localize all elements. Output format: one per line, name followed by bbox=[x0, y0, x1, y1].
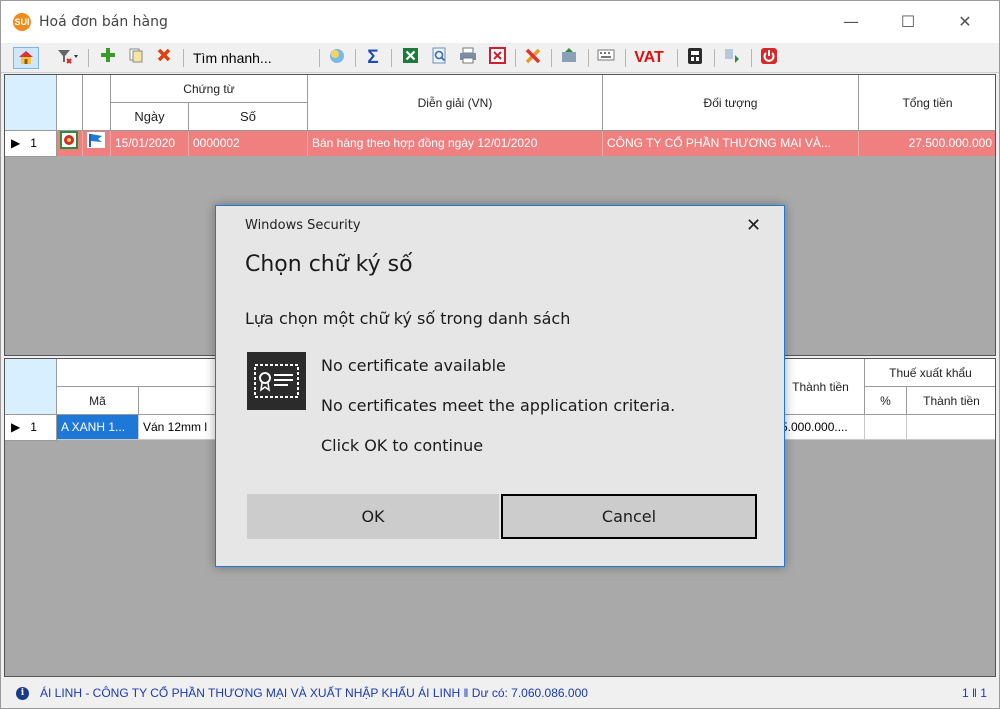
add-icon[interactable] bbox=[97, 47, 119, 69]
cancel-button[interactable]: Cancel bbox=[501, 494, 757, 539]
copy-icon[interactable] bbox=[125, 47, 147, 69]
voucher-status-icon bbox=[60, 131, 78, 156]
cell-so[interactable]: 0000002 bbox=[189, 131, 308, 156]
header-tong-tien[interactable]: Tổng tiền bbox=[859, 75, 995, 131]
filter-icon[interactable] bbox=[53, 47, 83, 69]
cell-doi-tuong[interactable]: CÔNG TY CỔ PHẦN THƯƠNG MẠI VÀ... bbox=[603, 131, 859, 156]
header-so[interactable]: Số bbox=[189, 103, 308, 131]
header-phan-tram[interactable]: % bbox=[865, 387, 907, 415]
dialog-close-button[interactable]: ✕ bbox=[746, 215, 761, 236]
close-doc-icon[interactable] bbox=[485, 47, 509, 69]
header-thue-xuat-khau: Thuế xuất khẩu bbox=[865, 359, 995, 387]
dialog-line-3: Click OK to continue bbox=[321, 436, 484, 455]
row-index: 1 bbox=[30, 420, 37, 434]
header-thue-thanh-tien[interactable]: Thành tiền bbox=[907, 387, 995, 415]
cell-thue-thanh-tien[interactable] bbox=[907, 415, 995, 440]
status-text: ÁI LINH - CÔNG TY CỔ PHẦN THƯƠNG MẠI VÀ … bbox=[40, 686, 588, 700]
dialog-title: Chọn chữ ký số bbox=[245, 252, 413, 277]
windows-security-dialog: Windows Security ✕ Chọn chữ ký số Lựa ch… bbox=[215, 205, 785, 567]
search-icon[interactable] bbox=[325, 47, 349, 69]
sum-icon[interactable]: Σ bbox=[361, 47, 385, 69]
dialog-line-1: No certificate available bbox=[321, 356, 506, 375]
calculator-icon[interactable] bbox=[683, 47, 707, 69]
row-pointer-icon: ▶ bbox=[11, 420, 21, 434]
cell-ma[interactable]: A XANH 1... bbox=[57, 415, 139, 440]
status-bar: i ÁI LINH - CÔNG TY CỔ PHẦN THƯƠNG MẠI V… bbox=[4, 679, 996, 707]
detail-grid-corner bbox=[5, 359, 57, 415]
app-logo-icon: SUI bbox=[13, 13, 31, 31]
power-icon[interactable] bbox=[757, 47, 781, 69]
window-title: Hoá đơn bán hàng bbox=[39, 14, 168, 30]
refresh-icon[interactable] bbox=[720, 47, 744, 69]
row-flag-cell[interactable] bbox=[83, 131, 111, 156]
title-bar: SUI Hoá đơn bán hàng — ☐ ✕ bbox=[1, 1, 999, 43]
excel-icon[interactable] bbox=[398, 47, 422, 69]
maximize-button[interactable]: ☐ bbox=[881, 1, 935, 43]
flag-column-header bbox=[83, 75, 111, 131]
detail-row-indicator[interactable]: ▶ 1 bbox=[5, 415, 57, 441]
cell-ngay[interactable]: 15/01/2020 bbox=[111, 131, 189, 156]
row-indicator[interactable]: ▶ 1 bbox=[5, 131, 57, 157]
keyboard-icon[interactable] bbox=[594, 47, 618, 69]
vat-button[interactable]: VAT bbox=[631, 47, 667, 69]
header-doi-tuong[interactable]: Đối tượng bbox=[603, 75, 859, 131]
row-status-cell[interactable] bbox=[57, 131, 83, 156]
info-icon: i bbox=[16, 687, 29, 700]
dialog-caption: Windows Security bbox=[245, 218, 361, 233]
header-chung-tu: Chứng từ bbox=[111, 75, 308, 103]
toolbar: Tìm nhanh... Σ VAT bbox=[1, 43, 999, 73]
header-ngay[interactable]: Ngày bbox=[111, 103, 189, 131]
row-index: 1 bbox=[30, 136, 37, 150]
header-thanh-tien[interactable]: Thành tiền bbox=[777, 359, 865, 415]
header-dien-giai[interactable]: Diễn giải (VN) bbox=[308, 75, 603, 131]
app-window: SUI Hoá đơn bán hàng — ☐ ✕ Tìm nhanh... … bbox=[0, 0, 1000, 709]
preview-icon[interactable] bbox=[427, 47, 451, 69]
dialog-line-2: No certificates meet the application cri… bbox=[321, 396, 676, 415]
flag-icon bbox=[86, 131, 106, 156]
quick-search-button[interactable]: Tìm nhanh... bbox=[189, 47, 289, 69]
ok-button[interactable]: OK bbox=[247, 494, 499, 539]
minimize-button[interactable]: — bbox=[824, 1, 878, 43]
delete-icon[interactable] bbox=[153, 47, 175, 69]
cell-thanh-tien[interactable]: 5.000.000.... bbox=[777, 415, 865, 440]
home-icon[interactable] bbox=[13, 47, 39, 69]
status-column-header bbox=[57, 75, 83, 131]
cell-phan-tram[interactable] bbox=[865, 415, 907, 440]
tools-icon[interactable] bbox=[521, 47, 545, 69]
row-pointer-icon: ▶ bbox=[11, 136, 21, 150]
close-window-button[interactable]: ✕ bbox=[938, 1, 992, 43]
page-indicator: 1 ‖ 1 bbox=[962, 686, 987, 700]
export-icon[interactable] bbox=[557, 47, 581, 69]
dialog-subtitle: Lựa chọn một chữ ký số trong danh sách bbox=[245, 309, 571, 328]
certificate-icon bbox=[247, 352, 306, 410]
print-icon[interactable] bbox=[456, 47, 480, 69]
cell-dien-giai[interactable]: Bán hàng theo hợp đồng ngày 12/01/2020 bbox=[308, 131, 603, 156]
header-ma[interactable]: Mã bbox=[57, 387, 139, 415]
cell-tong-tien[interactable]: 27.500.000.000 bbox=[859, 131, 995, 156]
grid-corner bbox=[5, 75, 57, 131]
